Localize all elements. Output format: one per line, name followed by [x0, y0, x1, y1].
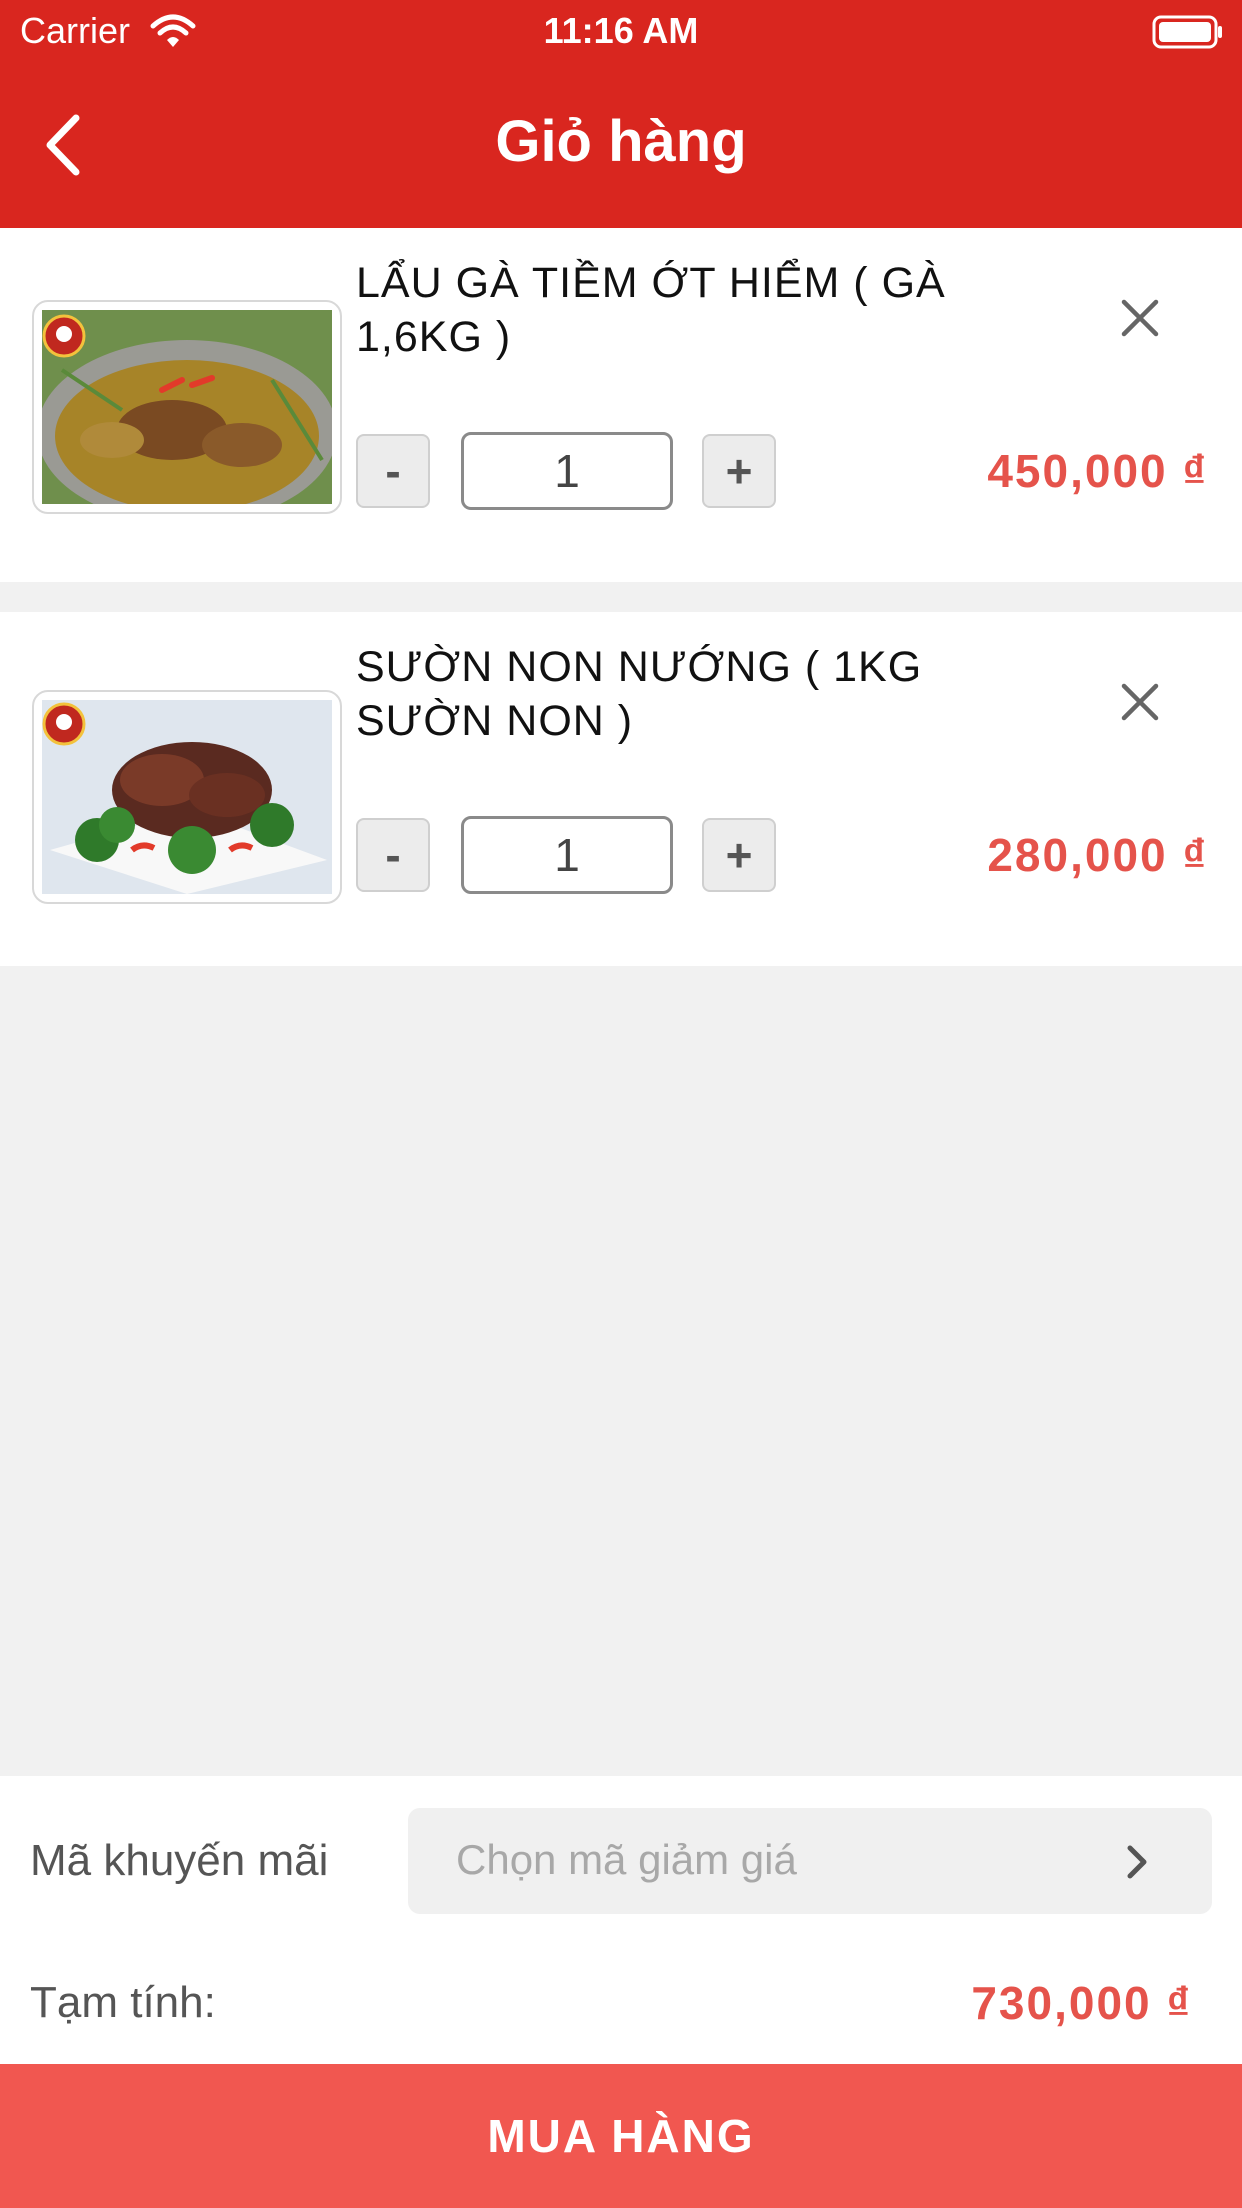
status-time: 11:16 AM — [543, 10, 699, 51]
item-name: LẨU GÀ TIỀM ỚT HIỂM ( GÀ 1,6KG ) — [356, 259, 946, 361]
quantity-field[interactable]: 1 — [461, 816, 673, 894]
item-name: SƯỜN NON NƯỚNG ( 1KG SƯỜN NON ) — [356, 643, 923, 745]
decrease-quantity-button[interactable]: - — [356, 818, 430, 892]
promo-label: Mã khuyến mãi — [30, 1836, 329, 1885]
remove-item-button[interactable] — [1108, 670, 1172, 734]
remove-item-button[interactable] — [1108, 286, 1172, 350]
increase-quantity-button[interactable]: + — [702, 818, 776, 892]
header: Carrier 11:16 AM Giỏ hàng — [0, 0, 1242, 228]
battery-icon — [1152, 15, 1222, 49]
subtotal-label: Tạm tính: — [30, 1978, 216, 2027]
decrease-quantity-button[interactable]: - — [356, 434, 430, 508]
chevron-right-icon — [1127, 1845, 1147, 1879]
quantity-field[interactable]: 1 — [461, 432, 673, 510]
promo-placeholder: Chọn mã giảm giá — [456, 1836, 797, 1883]
increase-quantity-button[interactable]: + — [702, 434, 776, 508]
cart-item: LẨU GÀ TIỀM ỚT HIỂM ( GÀ 1,6KG ) - 1 + 4… — [0, 228, 1242, 582]
grilled-ribs-image — [42, 700, 332, 894]
item-price: 280,000 ₫ — [987, 829, 1208, 881]
product-image[interactable] — [32, 690, 342, 904]
page-title: Giỏ hàng — [495, 109, 747, 174]
cart-item: SƯỜN NON NƯỚNG ( 1KG SƯỜN NON ) - 1 + 28… — [0, 612, 1242, 966]
subtotal-value: 730,000 ₫ — [971, 1977, 1192, 2029]
order-summary: Mã khuyến mãi Chọn mã giảm giá Tạm tính:… — [0, 1776, 1242, 2064]
item-price: 450,000 ₫ — [987, 445, 1208, 497]
product-image[interactable] — [32, 300, 342, 514]
promo-code-selector[interactable]: Chọn mã giảm giá — [408, 1808, 1212, 1914]
hotpot-image — [42, 310, 332, 504]
checkout-button[interactable]: MUA HÀNG — [0, 2064, 1242, 2208]
